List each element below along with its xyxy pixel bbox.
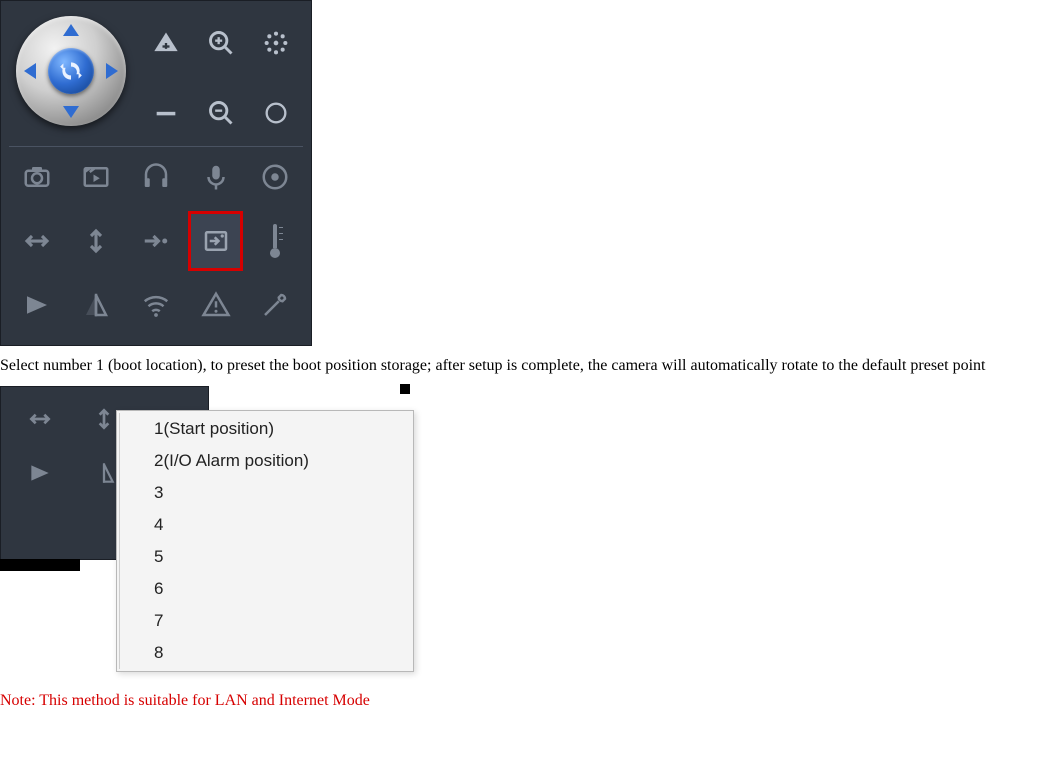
alarm-button[interactable] [188, 275, 244, 335]
zoom-in-button[interactable] [146, 23, 186, 63]
vflip-button[interactable] [69, 211, 125, 271]
talk-button[interactable] [188, 147, 244, 207]
ptz-down-icon[interactable] [63, 106, 79, 118]
settings-button[interactable] [247, 275, 303, 335]
instruction-paragraph: Select number 1 (boot location), to pres… [0, 350, 1047, 382]
set-preset-button[interactable] [188, 211, 244, 271]
thermometer-icon [270, 224, 280, 258]
hflip-button[interactable] [9, 393, 71, 445]
black-strip [0, 559, 80, 571]
preset-option-3[interactable]: 3 [120, 477, 411, 509]
preset-option-8[interactable]: 8 [120, 637, 411, 669]
patrol-button[interactable] [9, 275, 65, 335]
corner-marker [400, 384, 410, 394]
listen-button[interactable] [128, 147, 184, 207]
patrol-button[interactable] [9, 447, 71, 499]
iris-open-button[interactable] [256, 23, 296, 63]
zoom-out-button[interactable] [146, 93, 186, 133]
ptz-dial[interactable] [16, 16, 126, 126]
preset-option-4[interactable]: 4 [120, 509, 411, 541]
hflip-button[interactable] [9, 211, 65, 271]
note-text: Note: This method is suitable for LAN an… [0, 692, 1047, 710]
snapshot-button[interactable] [9, 147, 65, 207]
temperature-button[interactable] [247, 211, 303, 271]
mirror-button[interactable] [69, 275, 125, 335]
preset-option-1[interactable]: 1(Start position) [120, 413, 411, 445]
ptz-right-icon[interactable] [106, 63, 118, 79]
iris-close-button[interactable] [256, 93, 296, 133]
record-button[interactable] [69, 147, 125, 207]
preset-dropdown-screenshot: 1(Start position) 2(I/O Alarm position) … [0, 386, 443, 686]
ptz-left-icon[interactable] [24, 63, 36, 79]
ptz-control-panel-screenshot [0, 0, 312, 346]
preset-option-7[interactable]: 7 [120, 605, 411, 637]
preset-option-5[interactable]: 5 [120, 541, 411, 573]
focus-in-button[interactable] [201, 23, 241, 63]
ptz-center-button[interactable] [48, 48, 94, 94]
preset-option-2[interactable]: 2(I/O Alarm position) [120, 445, 411, 477]
preset-dropdown[interactable]: 1(Start position) 2(I/O Alarm position) … [116, 410, 414, 672]
focus-out-button[interactable] [201, 93, 241, 133]
goto-preset-button[interactable] [128, 211, 184, 271]
ptz-up-icon[interactable] [63, 24, 79, 36]
disc-button[interactable] [247, 147, 303, 207]
wifi-button[interactable] [128, 275, 184, 335]
tool-grid [9, 146, 303, 335]
preset-option-6[interactable]: 6 [120, 573, 411, 605]
blank-cell [9, 501, 71, 553]
